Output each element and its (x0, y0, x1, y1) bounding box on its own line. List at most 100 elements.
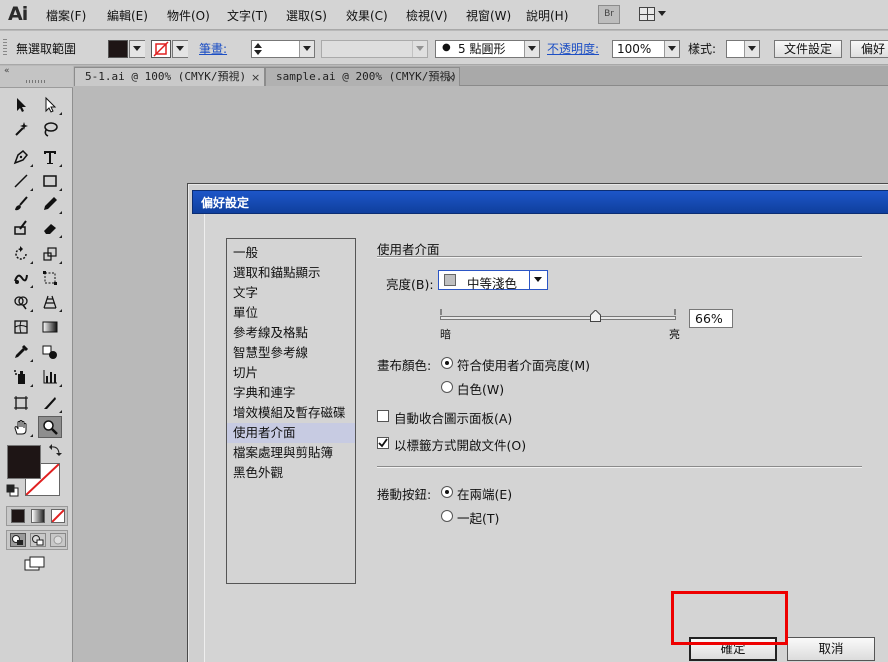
preferences-button[interactable]: 偏好 (850, 40, 888, 58)
stroke-none-swatch[interactable] (151, 40, 171, 58)
close-icon[interactable]: × (446, 69, 455, 86)
free-transform-tool[interactable] (38, 267, 62, 289)
bridge-button[interactable]: Br (598, 5, 620, 24)
pencil-tool[interactable] (38, 193, 62, 215)
line-tool[interactable] (9, 170, 33, 192)
menu-edit[interactable]: 編輯(E) (107, 7, 148, 24)
direct-selection-tool[interactable] (38, 94, 62, 116)
paintbrush-tool[interactable] (9, 193, 33, 215)
stroke-label[interactable]: 筆畫: (199, 40, 227, 58)
category-black-appearance[interactable]: 黑色外觀 (227, 463, 355, 483)
canvas-white-label[interactable]: 白色(W) (457, 379, 504, 398)
none-mode-button[interactable] (51, 509, 65, 523)
auto-collapse-label[interactable]: 自動收合圖示面板(A) (394, 408, 512, 427)
stroke-dropdown[interactable] (172, 40, 188, 58)
brightness-percent-field[interactable]: 66% (689, 309, 733, 328)
zoom-tool[interactable] (38, 416, 62, 438)
perspective-grid-tool[interactable] (38, 291, 62, 313)
menu-view[interactable]: 檢視(V) (406, 7, 448, 24)
tab-sample[interactable]: sample.ai @ 200% (CMYK/預視) × (265, 67, 460, 86)
type-tool[interactable] (38, 146, 62, 168)
blob-brush-tool[interactable] (9, 217, 33, 239)
column-graph-tool[interactable] (38, 366, 62, 388)
fill-color-swatch-front[interactable] (7, 445, 41, 479)
menu-file[interactable]: 檔案(F) (46, 7, 86, 24)
opacity-label[interactable]: 不透明度: (547, 40, 599, 58)
fill-swatch[interactable] (108, 40, 128, 58)
menu-window[interactable]: 視窗(W) (466, 7, 511, 24)
category-hyphenation[interactable]: 字典和連字 (227, 383, 355, 403)
draw-inside-button[interactable] (50, 533, 66, 547)
category-user-interface[interactable]: 使用者介面 (227, 423, 355, 443)
category-plugins-scratch[interactable]: 增效模組及暫存磁碟 (227, 403, 355, 423)
canvas-match-label[interactable]: 符合使用者介面亮度(M) (457, 355, 590, 374)
open-tabs-label[interactable]: 以標籤方式開啟文件(O) (394, 435, 526, 454)
pen-tool[interactable] (9, 146, 33, 168)
rectangle-tool[interactable] (38, 170, 62, 192)
tools-panel-header[interactable]: « (0, 66, 73, 88)
document-setup-button[interactable]: 文件設定 (774, 40, 842, 58)
menu-effect[interactable]: 效果(C) (346, 7, 388, 24)
category-smart-guides[interactable]: 智慧型參考線 (227, 343, 355, 363)
swap-arrows-icon[interactable] (48, 443, 62, 457)
opacity-field[interactable]: 100% (612, 40, 680, 58)
symbol-sprayer-tool[interactable] (9, 366, 33, 388)
canvas-match-radio[interactable] (441, 357, 453, 369)
menu-type[interactable]: 文字(T) (227, 7, 268, 24)
magic-wand-tool[interactable] (9, 118, 33, 140)
collapse-double-arrow-icon[interactable]: « (4, 66, 10, 76)
color-mode-button[interactable] (11, 509, 25, 523)
artboard-tool[interactable] (9, 392, 33, 414)
cancel-button[interactable]: 取消 (787, 637, 875, 661)
mesh-tool[interactable] (9, 316, 33, 338)
tab-5-1[interactable]: 5-1.ai @ 100% (CMYK/預視) × (74, 67, 265, 86)
dialog-title-bar[interactable]: 偏好設定 (192, 190, 888, 214)
selection-tool[interactable] (9, 94, 33, 116)
draw-behind-button[interactable] (30, 533, 46, 547)
lasso-tool[interactable] (38, 118, 62, 140)
scroll-ends-radio[interactable] (441, 486, 453, 498)
menu-select[interactable]: 選取(S) (286, 7, 327, 24)
eraser-tool[interactable] (38, 217, 62, 239)
fill-control[interactable] (108, 40, 148, 58)
grip-handle[interactable] (26, 80, 46, 83)
category-slices[interactable]: 切片 (227, 363, 355, 383)
warp-tool[interactable] (9, 267, 33, 289)
slice-tool[interactable] (38, 392, 62, 414)
hand-tool[interactable] (9, 416, 33, 438)
grip-handle[interactable] (3, 39, 7, 57)
shape-builder-tool[interactable] (9, 291, 33, 313)
menu-object[interactable]: 物件(O) (167, 7, 210, 24)
default-colors-icon[interactable] (6, 484, 19, 497)
scroll-together-label[interactable]: 一起(T) (457, 508, 499, 527)
scroll-ends-label[interactable]: 在兩端(E) (457, 484, 512, 503)
category-guides-grid[interactable]: 參考線及格點 (227, 323, 355, 343)
brush-definition[interactable]: ● 5 點圓形 (435, 40, 540, 58)
eyedropper-tool[interactable] (9, 341, 33, 363)
brightness-slider-track[interactable] (440, 316, 676, 320)
gradient-tool[interactable] (38, 316, 62, 338)
brightness-slider-thumb[interactable] (590, 310, 602, 322)
category-general[interactable]: 一般 (227, 243, 355, 263)
close-icon[interactable]: × (251, 69, 260, 86)
gradient-mode-button[interactable] (31, 509, 45, 523)
stroke-weight-field[interactable] (251, 40, 315, 58)
draw-normal-button[interactable] (10, 533, 26, 547)
scroll-together-radio[interactable] (441, 510, 453, 522)
brightness-select[interactable]: 中等淺色 (438, 270, 548, 291)
stroke-control[interactable] (151, 40, 191, 58)
scale-tool[interactable] (38, 243, 62, 265)
open-tabs-checkbox[interactable] (377, 437, 389, 449)
category-file-clipboard[interactable]: 檔案處理與剪貼簿 (227, 443, 355, 463)
menu-help[interactable]: 說明(H) (526, 7, 568, 24)
stepper-icon[interactable] (253, 41, 263, 57)
category-type[interactable]: 文字 (227, 283, 355, 303)
variable-width-profile[interactable] (321, 40, 428, 58)
category-units[interactable]: 單位 (227, 303, 355, 323)
auto-collapse-checkbox[interactable] (377, 410, 389, 422)
blend-tool[interactable] (38, 341, 62, 363)
rotate-tool[interactable] (9, 243, 33, 265)
canvas-white-radio[interactable] (441, 381, 453, 393)
category-selection-anchor[interactable]: 選取和錨點顯示 (227, 263, 355, 283)
workspace-switcher[interactable] (637, 5, 669, 24)
